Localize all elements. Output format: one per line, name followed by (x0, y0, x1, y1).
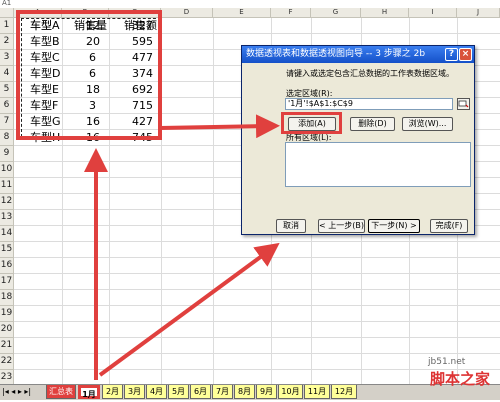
tab-oct[interactable]: 10月 (278, 385, 303, 399)
tab-jul[interactable]: 7月 (212, 385, 233, 399)
tab-mar[interactable]: 3月 (124, 385, 145, 399)
tab-nav-arrows[interactable]: |◂ ◂ ▸ ▸| (2, 387, 31, 396)
tab-dec[interactable]: 12月 (331, 385, 357, 399)
arrow-to-dialog (98, 242, 280, 377)
tab-jun[interactable]: 6月 (190, 385, 211, 399)
tab-apr[interactable]: 4月 (146, 385, 167, 399)
tab-sep[interactable]: 9月 (256, 385, 277, 399)
tab-feb[interactable]: 2月 (102, 385, 123, 399)
tab-jan[interactable]: 1月 (78, 385, 100, 399)
watermark-site: jb51.net (428, 357, 466, 367)
tab-aug[interactable]: 8月 (234, 385, 255, 399)
arrow-to-add (159, 114, 280, 139)
tab-nov[interactable]: 11月 (304, 385, 330, 399)
watermark-name: 脚本之家 (430, 370, 491, 388)
tab-may[interactable]: 5月 (168, 385, 189, 399)
tab-summary[interactable]: 汇总表 (46, 385, 76, 399)
sheet-tab-bar: |◂ ◂ ▸ ▸| 汇总表 1月 2月 3月 4月 5月 6月 7月 8月 9月… (0, 384, 500, 400)
annotation-arrows (84, 114, 280, 380)
